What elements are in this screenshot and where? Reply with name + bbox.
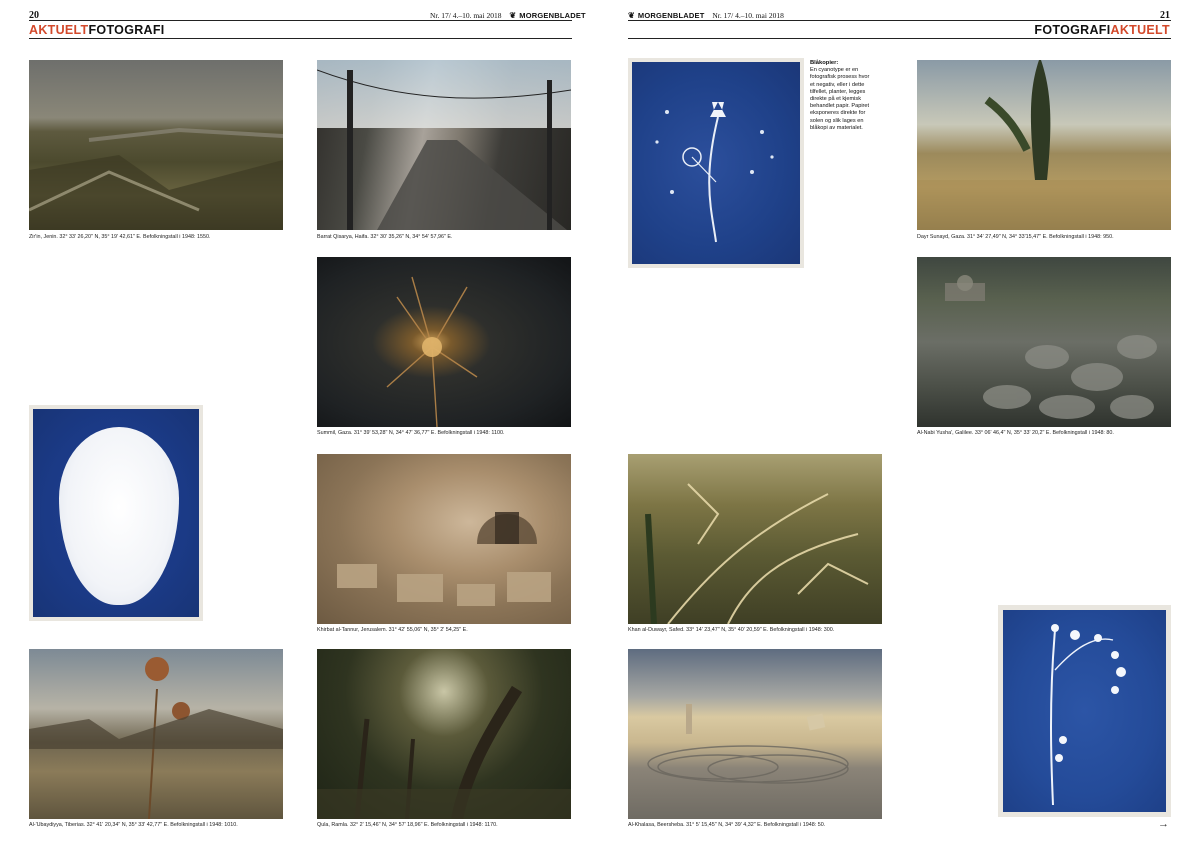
photo-khalasa (628, 649, 882, 819)
section-accent-right: AKTUELT (1110, 23, 1170, 37)
brand-mark-icon: ❦ (628, 11, 635, 20)
brand-mark-icon: ❦ (509, 11, 517, 20)
caption-nabi: Al-Nabi Yusha', Galilee. 33° 06' 46,4" N… (917, 430, 1114, 436)
cyanotype-cactus-frame (29, 405, 203, 621)
photo-nabi (917, 257, 1171, 427)
sidebar-note: Blåkopier: En cyanotype er en fotografis… (810, 60, 870, 132)
caption-barrat: Barrat Qisarya, Haifa. 32° 30' 35,26" N,… (317, 234, 453, 240)
cyanotype-thistle-frame (628, 58, 804, 268)
brand-left: ❦ MORGENBLADET (509, 11, 585, 20)
section-accent-left: AKTUELT (29, 23, 89, 37)
photo-qula (317, 649, 571, 819)
brand-name-right: MORGENBLADET (637, 11, 705, 20)
issue-date-right: Nr. 17/ 4.–10. mai 2018 (712, 11, 784, 20)
photo-summil-thistle (386, 276, 478, 427)
caption-qula: Qula, Ramla. 32° 2' 15,46" N, 34° 57' 18… (317, 822, 498, 828)
photo-ubeydiyye-flower (29, 657, 283, 819)
photo-dayr-cypress (917, 60, 1171, 230)
issue-date-left: Nr. 17/ 4.–10. mai 2018 (430, 11, 502, 20)
cyanotype-sprig-frame (998, 605, 1171, 817)
photo-nabi-rocks (945, 275, 1157, 419)
photo-ubeydiyye (29, 649, 283, 819)
photo-barrat-street (317, 69, 571, 230)
next-page-arrow-icon: → (1158, 818, 1169, 830)
section-title-left: FOTOGRAFI (88, 23, 165, 37)
section-head-left: AKTUELTFOTOGRAFI (29, 23, 165, 37)
photo-qula-trees (317, 685, 571, 819)
cyanotype-thistle-plant (655, 102, 774, 243)
section-title-right: FOTOGRAFI (1034, 23, 1111, 37)
issue-line-right: ❦ MORGENBLADET Nr. 17/ 4.–10. mai 2018 (628, 11, 784, 20)
cactus-pad-silhouette (59, 427, 179, 605)
section-head-right: FOTOGRAFIAKTUELT (1034, 23, 1170, 37)
cyanotype-sprig-plant (1050, 624, 1126, 806)
photo-barrat (317, 60, 571, 230)
caption-dayr: Dayr Sunayd, Gaza. 31° 34' 27,49" N, 34°… (917, 234, 1114, 240)
top-rule-right (628, 20, 1171, 21)
photo-dayr (917, 60, 1171, 230)
cyanotype-sprig (1003, 610, 1166, 812)
cyanotype-thistle (632, 62, 800, 264)
section-rule-right (628, 38, 1171, 39)
photo-zirin-terrain (29, 127, 283, 230)
photo-khirbat (317, 454, 571, 624)
caption-khirbat: Khirbat al-Tannur, Jerusalem. 31° 42' 55… (317, 627, 468, 633)
caption-ubeydiyye: Al-'Ubaydiyya, Tiberias. 32° 41' 20,34" … (29, 822, 238, 828)
caption-khalasa: Al-Khalasa, Beersheba. 31° 5' 15,45" N, … (628, 822, 826, 828)
photo-zirin (29, 60, 283, 230)
caption-summil: Summil, Gaza. 31° 39' 53,28" N, 34° 47' … (317, 430, 505, 436)
caption-khan: Khan al-Duwayr, Safed. 33° 14' 23,47" N,… (628, 627, 835, 633)
sidebar-heading: Blåkopier: (810, 60, 839, 66)
photo-khan (628, 454, 882, 624)
sidebar-body: En cyanotype er en fotografisk prosess h… (810, 67, 870, 131)
brand-name-left: MORGENBLADET (519, 11, 586, 20)
cyanotype-cactus (33, 409, 199, 617)
photo-khirbat-ruins (337, 512, 551, 606)
top-rule-left (29, 20, 572, 21)
photo-khalasa-desert (647, 704, 849, 784)
issue-line-left: Nr. 17/ 4.–10. mai 2018 ❦ MORGENBLADET (430, 11, 586, 20)
photo-summil (317, 257, 571, 427)
section-rule-left (29, 38, 572, 39)
caption-zirin: Zir'in, Jenin. 32° 33' 26,20" N, 35° 19'… (29, 234, 211, 240)
photo-khan-thistles (645, 483, 869, 624)
brand-right: ❦ MORGENBLADET (628, 11, 704, 20)
